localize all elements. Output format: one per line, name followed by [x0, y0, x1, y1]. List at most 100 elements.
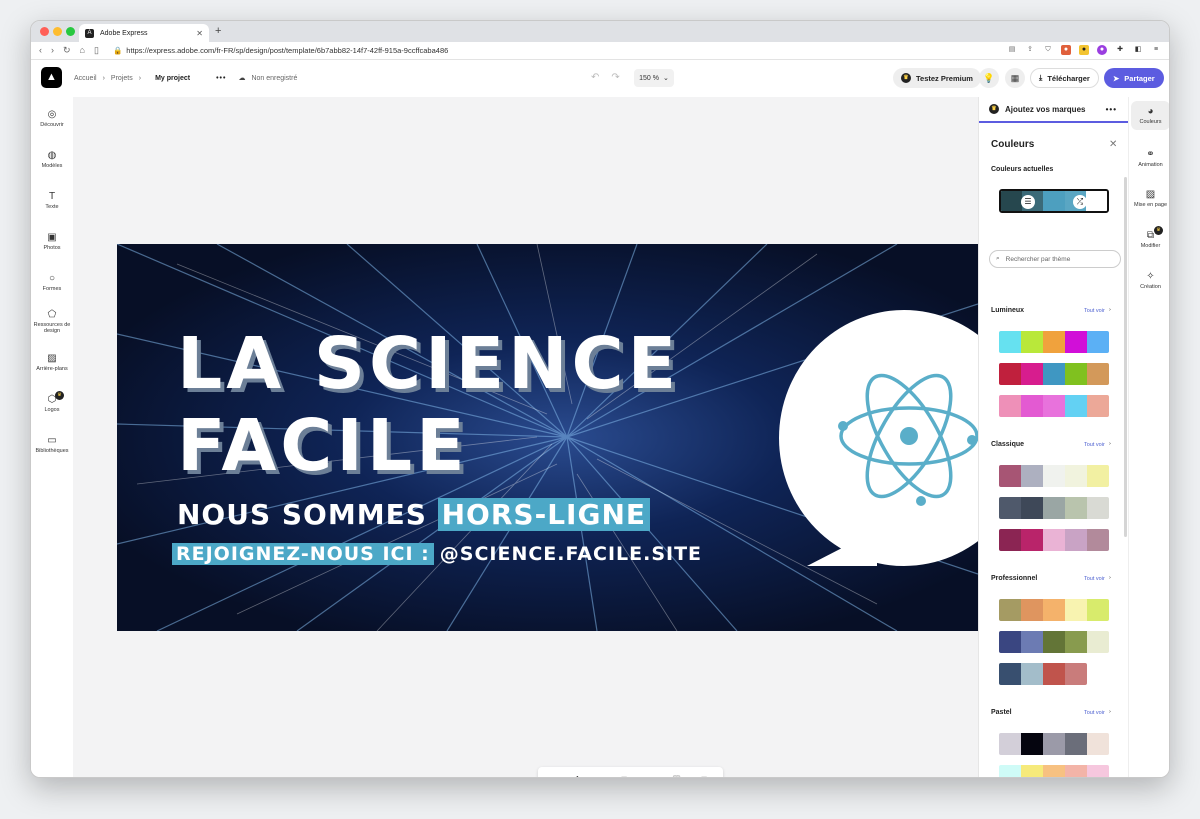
- color-swatch[interactable]: [999, 465, 1021, 487]
- color-swatch[interactable]: [1021, 497, 1043, 519]
- rail-item-text[interactable]: T Texte: [31, 191, 73, 210]
- color-swatch[interactable]: [1087, 599, 1109, 621]
- grid-icon[interactable]: ▦: [1005, 68, 1025, 88]
- color-swatch[interactable]: [1043, 465, 1065, 487]
- rail-item-create[interactable]: ✧ Création: [1131, 271, 1169, 290]
- color-palette[interactable]: [999, 395, 1109, 417]
- menu-icon[interactable]: ≡: [1151, 45, 1161, 55]
- color-palette[interactable]: [999, 631, 1109, 653]
- color-swatch[interactable]: [1021, 529, 1043, 551]
- color-swatch[interactable]: [1043, 765, 1065, 777]
- color-swatch[interactable]: [1043, 331, 1065, 353]
- color-swatch[interactable]: [999, 497, 1021, 519]
- reader-icon[interactable]: ▤: [1007, 45, 1017, 55]
- color-swatch[interactable]: [1065, 765, 1087, 777]
- brand-bar[interactable]: ♛ Ajoutez vos marques •••: [979, 97, 1128, 123]
- next-page-icon[interactable]: ›: [599, 775, 602, 777]
- rail-item-photos[interactable]: ▣ Photos: [31, 232, 73, 251]
- chevron-right-icon[interactable]: ›: [1109, 575, 1111, 581]
- rail-item-layout[interactable]: ▨ Mise en page: [1131, 189, 1169, 208]
- zoom-dropdown[interactable]: 150 % ⌄: [634, 69, 674, 87]
- delete-page-icon[interactable]: 🗑: [671, 775, 681, 777]
- color-swatch[interactable]: [1021, 331, 1043, 353]
- back-icon[interactable]: ‹: [39, 45, 42, 56]
- banner-title-line2[interactable]: FACILE: [177, 410, 469, 481]
- shield-icon[interactable]: ⛉: [1043, 45, 1053, 55]
- see-all-link[interactable]: Tout voir: [1084, 308, 1105, 314]
- color-swatch[interactable]: [1065, 331, 1087, 353]
- color-swatch[interactable]: [1087, 465, 1109, 487]
- undo-icon[interactable]: ↶: [591, 72, 599, 83]
- color-swatch[interactable]: [1087, 529, 1109, 551]
- color-swatch[interactable]: [999, 599, 1021, 621]
- panel-scrollbar[interactable]: [1124, 177, 1127, 537]
- reload-icon[interactable]: ↻: [63, 45, 71, 56]
- color-swatch[interactable]: [1043, 363, 1065, 385]
- share-button[interactable]: ➤ Partager: [1104, 68, 1164, 88]
- close-icon[interactable]: ✕: [1109, 139, 1117, 150]
- color-swatch[interactable]: [1043, 497, 1065, 519]
- see-all-link[interactable]: Tout voir: [1084, 710, 1105, 716]
- color-swatch[interactable]: [999, 631, 1021, 653]
- adjust-sliders-icon[interactable]: ☰: [1021, 195, 1035, 209]
- color-swatch[interactable]: [1043, 599, 1065, 621]
- color-palette[interactable]: [999, 663, 1087, 685]
- grid-view-icon[interactable]: ⊞: [701, 775, 708, 777]
- see-all-link[interactable]: Tout voir: [1084, 576, 1105, 582]
- extension-badge-icon[interactable]: ●: [1061, 45, 1071, 55]
- color-palette[interactable]: [999, 331, 1109, 353]
- color-swatch[interactable]: [1065, 631, 1087, 653]
- add-page-icon[interactable]: ⊞: [621, 775, 628, 777]
- color-swatch[interactable]: [1065, 465, 1087, 487]
- theme-search-input[interactable]: ⌕ Rechercher par thème: [989, 250, 1121, 268]
- color-swatch[interactable]: [1021, 465, 1043, 487]
- redo-icon[interactable]: ↷: [611, 72, 619, 83]
- share-page-icon[interactable]: ⇪: [1025, 45, 1035, 55]
- atom-icon[interactable]: [829, 356, 978, 516]
- rail-item-colors[interactable]: ◕ Couleurs: [1131, 101, 1169, 130]
- color-swatch[interactable]: [1021, 765, 1043, 777]
- color-swatch[interactable]: [1065, 599, 1087, 621]
- color-swatch[interactable]: [1087, 765, 1109, 777]
- rail-item-design-assets[interactable]: ⬠ Ressources de design: [31, 309, 73, 334]
- maximize-window-button[interactable]: [66, 27, 75, 36]
- more-options-icon[interactable]: •••: [216, 75, 226, 82]
- chevron-right-icon[interactable]: ›: [1109, 441, 1111, 447]
- rail-item-shapes[interactable]: ○ Formes: [31, 273, 73, 292]
- color-palette[interactable]: [999, 529, 1109, 551]
- color-swatch[interactable]: [1043, 395, 1065, 417]
- current-color-swatch[interactable]: [1001, 191, 1023, 211]
- banner-join-line[interactable]: REJOIGNEZ-NOUS ICI : @SCIENCE.FACILE.SITE: [172, 543, 702, 565]
- color-swatch[interactable]: [1043, 733, 1065, 755]
- color-palette[interactable]: [999, 599, 1109, 621]
- rail-item-edit[interactable]: ⧉ ♛ Modifier: [1131, 226, 1169, 249]
- color-swatch[interactable]: [999, 765, 1021, 777]
- extension-yellow-icon[interactable]: ●: [1079, 45, 1089, 55]
- home-icon[interactable]: ⌂: [80, 45, 85, 56]
- color-swatch[interactable]: [1021, 733, 1043, 755]
- color-swatch[interactable]: [1021, 363, 1043, 385]
- color-swatch[interactable]: [1021, 599, 1043, 621]
- color-swatch[interactable]: [1065, 529, 1087, 551]
- adobe-express-logo-icon[interactable]: ▲: [41, 67, 62, 88]
- current-colors-palette[interactable]: ☰ ⤮: [999, 189, 1109, 213]
- current-color-swatch[interactable]: [1085, 191, 1107, 211]
- more-options-icon[interactable]: •••: [1106, 105, 1117, 114]
- extension-purple-icon[interactable]: ●: [1097, 45, 1107, 55]
- color-swatch[interactable]: [999, 733, 1021, 755]
- color-swatch[interactable]: [1087, 363, 1109, 385]
- color-palette[interactable]: [999, 363, 1109, 385]
- color-swatch[interactable]: [1043, 631, 1065, 653]
- color-swatch[interactable]: [1065, 497, 1087, 519]
- color-swatch[interactable]: [999, 663, 1021, 685]
- banner-subtitle[interactable]: NOUS SOMMES HORS-LIGNE: [177, 498, 651, 531]
- color-swatch[interactable]: [1043, 529, 1065, 551]
- project-name[interactable]: My project: [155, 75, 190, 82]
- forward-icon[interactable]: ›: [51, 45, 54, 56]
- color-swatch[interactable]: [1065, 395, 1087, 417]
- rail-item-templates[interactable]: ◍ Modèles: [31, 150, 73, 169]
- color-swatch[interactable]: [1087, 497, 1109, 519]
- rail-item-backgrounds[interactable]: ▨ Arrière-plans: [31, 353, 73, 372]
- color-palette[interactable]: [999, 465, 1109, 487]
- color-swatch[interactable]: [1021, 631, 1043, 653]
